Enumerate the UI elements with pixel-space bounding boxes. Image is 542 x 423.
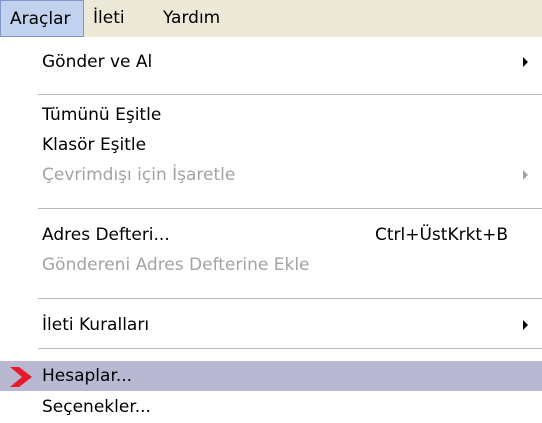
menu-item-label: Klasör Eşitle <box>42 135 147 155</box>
menu-item-label: Gönder ve Al <box>42 52 153 72</box>
menu-item-label: Tümünü Eşitle <box>42 105 162 125</box>
menu-item-cevrimdisi-icin-isaretle: Çevrimdışı için İşaretle <box>0 160 542 190</box>
menu-item-label: İleti Kuralları <box>42 315 150 335</box>
menu-item-tumunu-esitle[interactable]: Tümünü Eşitle <box>0 100 542 130</box>
menu-araclar[interactable]: Araçlar <box>0 0 84 37</box>
menu-item-gonder-ve-al[interactable]: Gönder ve Al <box>0 47 542 77</box>
submenu-arrow-icon <box>523 57 528 67</box>
menu-separator <box>38 208 542 209</box>
menu-ileti[interactable]: İleti <box>84 0 154 37</box>
menu-item-label: Çevrimdışı için İşaretle <box>42 165 236 185</box>
submenu-arrow-icon <box>523 320 528 330</box>
menu-item-label: Göndereni Adres Defterine Ekle <box>42 255 310 275</box>
menu-item-label: Hesaplar... <box>42 366 133 386</box>
submenu-arrow-icon <box>523 170 528 180</box>
menu-item-label: Adres Defteri... <box>42 225 170 245</box>
menu-separator <box>38 298 542 299</box>
shortcut-label: Ctrl+ÜstKrkt+B <box>374 225 508 245</box>
menu-item-adres-defteri[interactable]: Adres Defteri... Ctrl+ÜstKrkt+B <box>0 220 542 250</box>
menu-yardim[interactable]: Yardım <box>154 0 244 37</box>
menu-separator <box>38 348 542 349</box>
araclar-dropdown-menu: Gönder ve Al Tümünü Eşitle Klasör Eşitle… <box>0 37 542 423</box>
menu-item-ileti-kurallari[interactable]: İleti Kuralları <box>0 310 542 340</box>
menu-item-hesaplar[interactable]: Hesaplar... <box>0 361 542 391</box>
menu-item-secenekler[interactable]: Seçenekler... <box>0 392 542 422</box>
menu-item-gondereni-adres-defterine-ekle: Göndereni Adres Defterine Ekle <box>0 250 542 280</box>
red-chevron-pointer-icon <box>10 367 32 387</box>
menu-separator <box>38 94 542 95</box>
menu-item-klasor-esitle[interactable]: Klasör Eşitle <box>0 130 542 160</box>
menu-bar: Araçlar İleti Yardım <box>0 0 542 37</box>
menu-item-label: Seçenekler... <box>42 397 151 417</box>
